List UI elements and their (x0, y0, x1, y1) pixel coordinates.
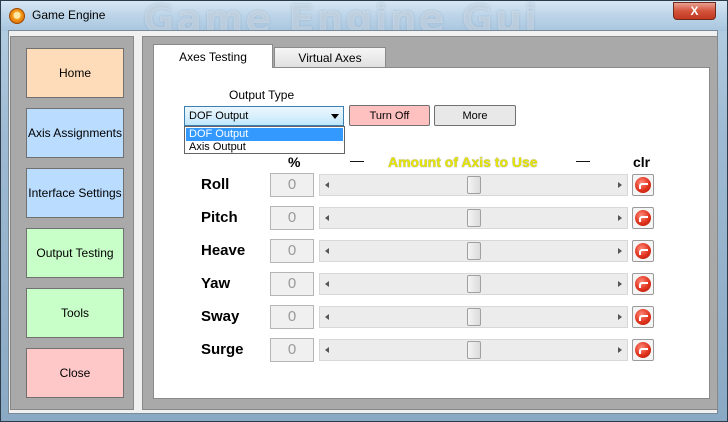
undo-icon (635, 210, 651, 226)
slider-thumb[interactable] (467, 341, 481, 359)
percent-field-surge: 0 (270, 338, 314, 362)
amount-of-axis-header: Amount of Axis to Use (388, 154, 538, 170)
clear-button-yaw[interactable] (632, 273, 654, 295)
percent-field-roll: 0 (270, 173, 314, 197)
scroll-right-arrow-icon[interactable] (618, 314, 622, 320)
title-bar[interactable]: Game Engine Game Engine Gui X (1, 0, 727, 41)
header-dash-left: — (350, 152, 364, 168)
percent-header: % (288, 154, 301, 170)
axis-slider-pitch[interactable] (319, 207, 628, 229)
dropdown-option-dof-output[interactable]: DOF Output (186, 128, 343, 141)
clear-button-sway[interactable] (632, 306, 654, 328)
slider-thumb[interactable] (467, 242, 481, 260)
percent-field-heave: 0 (270, 239, 314, 263)
clear-button-pitch[interactable] (632, 207, 654, 229)
output-type-dropdown: DOF Output Axis Output (184, 126, 345, 154)
axis-label-sway: Sway (201, 308, 240, 325)
tab-virtual-axes[interactable]: Virtual Axes (274, 47, 386, 68)
scroll-left-arrow-icon[interactable] (325, 347, 329, 353)
percent-field-pitch: 0 (270, 206, 314, 230)
nav-close-button[interactable]: Close (26, 348, 124, 398)
slider-thumb[interactable] (467, 209, 481, 227)
header-dash-right: — (576, 152, 590, 168)
clear-button-roll[interactable] (632, 174, 654, 196)
nav-output-testing-button[interactable]: Output Testing (26, 228, 124, 278)
tab-axes-testing[interactable]: Axes Testing (153, 44, 273, 68)
undo-icon (635, 309, 651, 325)
nav-home-button[interactable]: Home (26, 48, 124, 98)
more-button[interactable]: More (434, 105, 516, 126)
dropdown-option-axis-output[interactable]: Axis Output (186, 141, 343, 154)
axis-label-heave: Heave (201, 242, 246, 259)
sidebar: Home Axis Assignments Interface Settings… (10, 36, 134, 410)
axis-slider-roll[interactable] (319, 174, 628, 196)
percent-field-sway: 0 (270, 305, 314, 329)
axis-slider-heave[interactable] (319, 240, 628, 262)
window-close-button[interactable]: X (673, 2, 716, 20)
axis-slider-surge[interactable] (319, 339, 628, 361)
nav-tools-button[interactable]: Tools (26, 288, 124, 338)
window-title: Game Engine (32, 8, 106, 22)
scroll-right-arrow-icon[interactable] (618, 347, 622, 353)
axis-label-yaw: Yaw (201, 275, 231, 292)
undo-icon (635, 177, 651, 193)
axis-label-surge: Surge (201, 341, 244, 358)
chevron-down-icon (331, 114, 339, 119)
axis-slider-sway[interactable] (319, 306, 628, 328)
axis-label-roll: Roll (201, 176, 230, 193)
app-icon (9, 8, 25, 24)
output-type-value: DOF Output (189, 110, 249, 122)
undo-icon (635, 243, 651, 259)
clear-button-surge[interactable] (632, 339, 654, 361)
scroll-right-arrow-icon[interactable] (618, 281, 622, 287)
scroll-right-arrow-icon[interactable] (618, 248, 622, 254)
scroll-right-arrow-icon[interactable] (618, 182, 622, 188)
scroll-left-arrow-icon[interactable] (325, 182, 329, 188)
scroll-left-arrow-icon[interactable] (325, 281, 329, 287)
scroll-left-arrow-icon[interactable] (325, 248, 329, 254)
percent-field-yaw: 0 (270, 272, 314, 296)
clear-button-heave[interactable] (632, 240, 654, 262)
undo-icon (635, 276, 651, 292)
nav-axis-assignments-button[interactable]: Axis Assignments (26, 108, 124, 158)
undo-icon (635, 342, 651, 358)
slider-thumb[interactable] (467, 275, 481, 293)
output-type-select[interactable]: DOF Output (184, 106, 344, 126)
output-type-label: Output Type (229, 88, 295, 102)
scroll-left-arrow-icon[interactable] (325, 314, 329, 320)
scroll-right-arrow-icon[interactable] (618, 215, 622, 221)
axis-slider-yaw[interactable] (319, 273, 628, 295)
nav-interface-settings-button[interactable]: Interface Settings (26, 168, 124, 218)
turn-off-button[interactable]: Turn Off (349, 105, 430, 126)
scroll-left-arrow-icon[interactable] (325, 215, 329, 221)
axis-label-pitch: Pitch (201, 209, 238, 226)
slider-thumb[interactable] (467, 308, 481, 326)
slider-thumb[interactable] (467, 176, 481, 194)
clr-header: clr (633, 154, 651, 170)
